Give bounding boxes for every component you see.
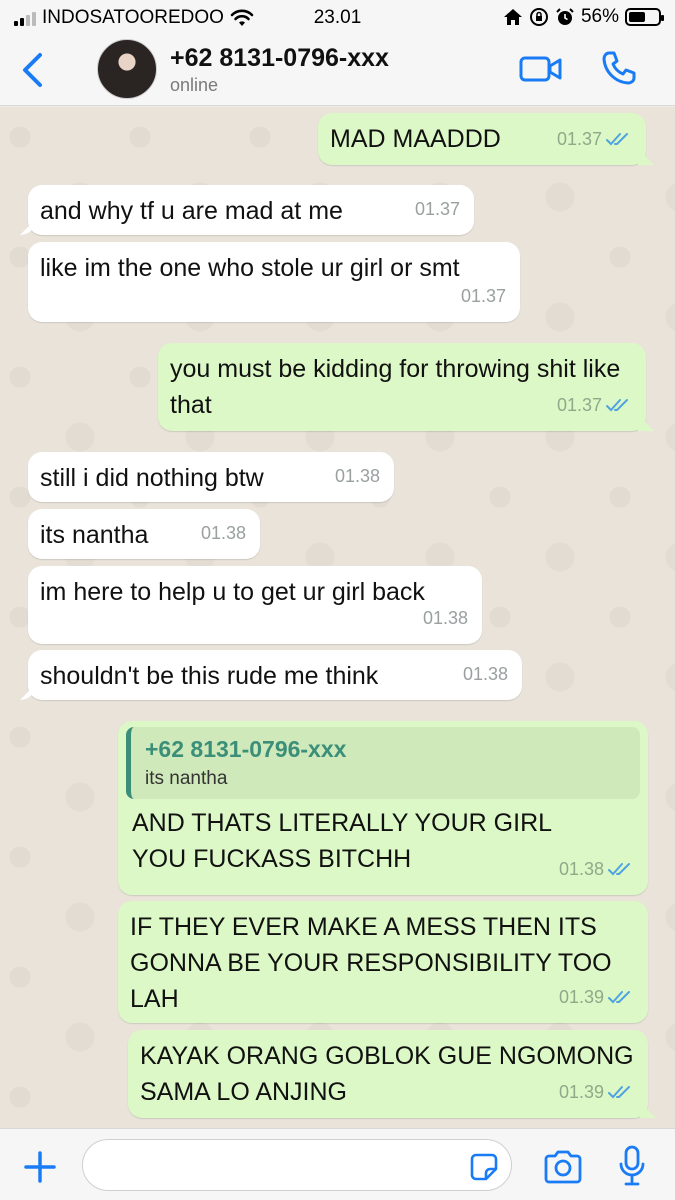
status-right: 56% (503, 6, 664, 28)
message-bubble-incoming[interactable]: shouldn't be this rude me think 01.38 (28, 650, 522, 700)
message-meta: 01.38 (335, 458, 380, 494)
message-text: still i did nothing btw (40, 464, 264, 492)
sticker-icon[interactable] (468, 1151, 500, 1183)
chat-area[interactable]: MAD MAADDD 01.37 and why tf u are mad at… (0, 107, 675, 1128)
quote-text: its nantha (145, 768, 228, 789)
microphone-icon[interactable] (618, 1145, 646, 1187)
message-bubble-outgoing[interactable]: MAD MAADDD 01.37 (318, 113, 646, 165)
message-time: 01.38 (462, 664, 508, 684)
message-bubble-outgoing[interactable]: +62 8131-0796-xxx its nantha AND THATS L… (118, 721, 648, 895)
message-bubble-incoming[interactable]: like im the one who stole ur girl or smt… (28, 242, 520, 322)
message-meta: 01.39 (559, 979, 634, 1015)
message-time: 01.38 (334, 466, 380, 486)
battery-icon (625, 8, 664, 26)
message-text: AND THATS LITERALLY YOUR GIRL YOU FUCKAS… (132, 809, 552, 873)
message-time: 01.37 (414, 199, 460, 219)
message-input-bar (0, 1128, 675, 1200)
message-meta: 01.38 (463, 656, 508, 692)
double-check-icon (606, 399, 628, 412)
message-meta: 01.38 (423, 600, 468, 636)
rotation-lock-icon (529, 8, 548, 26)
message-time: 01.38 (200, 523, 246, 543)
message-bubble-incoming[interactable]: its nantha 01.38 (28, 509, 260, 559)
message-time: 01.38 (558, 859, 604, 879)
message-input[interactable] (82, 1139, 512, 1191)
home-icon (503, 9, 522, 25)
message-meta: 01.38 (201, 515, 246, 551)
message-time: 01.39 (558, 1082, 604, 1102)
status-bar: INDOSATOOREDOO 23.01 56% (0, 0, 675, 36)
quoted-message[interactable]: +62 8131-0796-xxx its nantha (126, 727, 640, 799)
contact-name[interactable]: +62 8131-0796-xxx (170, 44, 389, 73)
message-bubble-outgoing[interactable]: you must be kidding for throwing shit li… (158, 343, 646, 431)
quote-author: +62 8131-0796-xxx (145, 736, 347, 762)
message-text: like im the one who stole ur girl or smt (40, 254, 460, 282)
message-text: you must be kidding for throwing shit li… (170, 355, 621, 419)
contact-status: online (170, 75, 219, 95)
back-arrow-icon[interactable] (16, 50, 50, 90)
plus-icon[interactable] (22, 1149, 58, 1185)
message-text: shouldn't be this rude me think (40, 662, 379, 690)
message-text: MAD MAADDD (330, 125, 501, 153)
message-bubble-incoming[interactable]: im here to help u to get ur girl back 01… (28, 566, 482, 644)
message-meta: 01.38 (559, 851, 634, 887)
message-bubble-incoming[interactable]: still i did nothing btw 01.38 (28, 452, 394, 502)
battery-percent: 56% (580, 6, 619, 27)
message-time: 01.37 (556, 129, 602, 149)
message-text: IF THEY EVER MAKE A MESS THEN ITS GONNA … (130, 913, 612, 1013)
message-meta: 01.39 (559, 1074, 634, 1110)
chat-header: +62 8131-0796-xxx online (0, 36, 675, 106)
message-text: its nantha (40, 521, 149, 549)
message-meta: 01.37 (415, 191, 460, 227)
message-time: 01.38 (422, 608, 468, 628)
message-meta: 01.37 (557, 387, 632, 423)
double-check-icon (608, 1086, 630, 1099)
message-time: 01.37 (460, 286, 506, 306)
message-time: 01.39 (558, 987, 604, 1007)
avatar[interactable] (97, 39, 157, 99)
message-time: 01.37 (556, 395, 602, 415)
phone-call-icon[interactable] (601, 50, 637, 86)
message-text: and why tf u are mad at me (40, 197, 343, 225)
message-text: im here to help u to get ur girl back (40, 578, 425, 606)
message-bubble-outgoing[interactable]: IF THEY EVER MAKE A MESS THEN ITS GONNA … (118, 901, 648, 1023)
camera-icon[interactable] (543, 1149, 583, 1185)
message-bubble-outgoing[interactable]: KAYAK ORANG GOBLOK GUE NGOMONG SAMA LO A… (128, 1030, 648, 1118)
video-call-icon[interactable] (519, 52, 563, 86)
double-check-icon (606, 133, 628, 146)
double-check-icon (608, 863, 630, 876)
message-meta: 01.37 (461, 278, 506, 314)
alarm-icon (556, 8, 574, 25)
double-check-icon (608, 991, 630, 1004)
message-bubble-incoming[interactable]: and why tf u are mad at me 01.37 (28, 185, 474, 235)
message-meta: 01.37 (557, 121, 632, 157)
